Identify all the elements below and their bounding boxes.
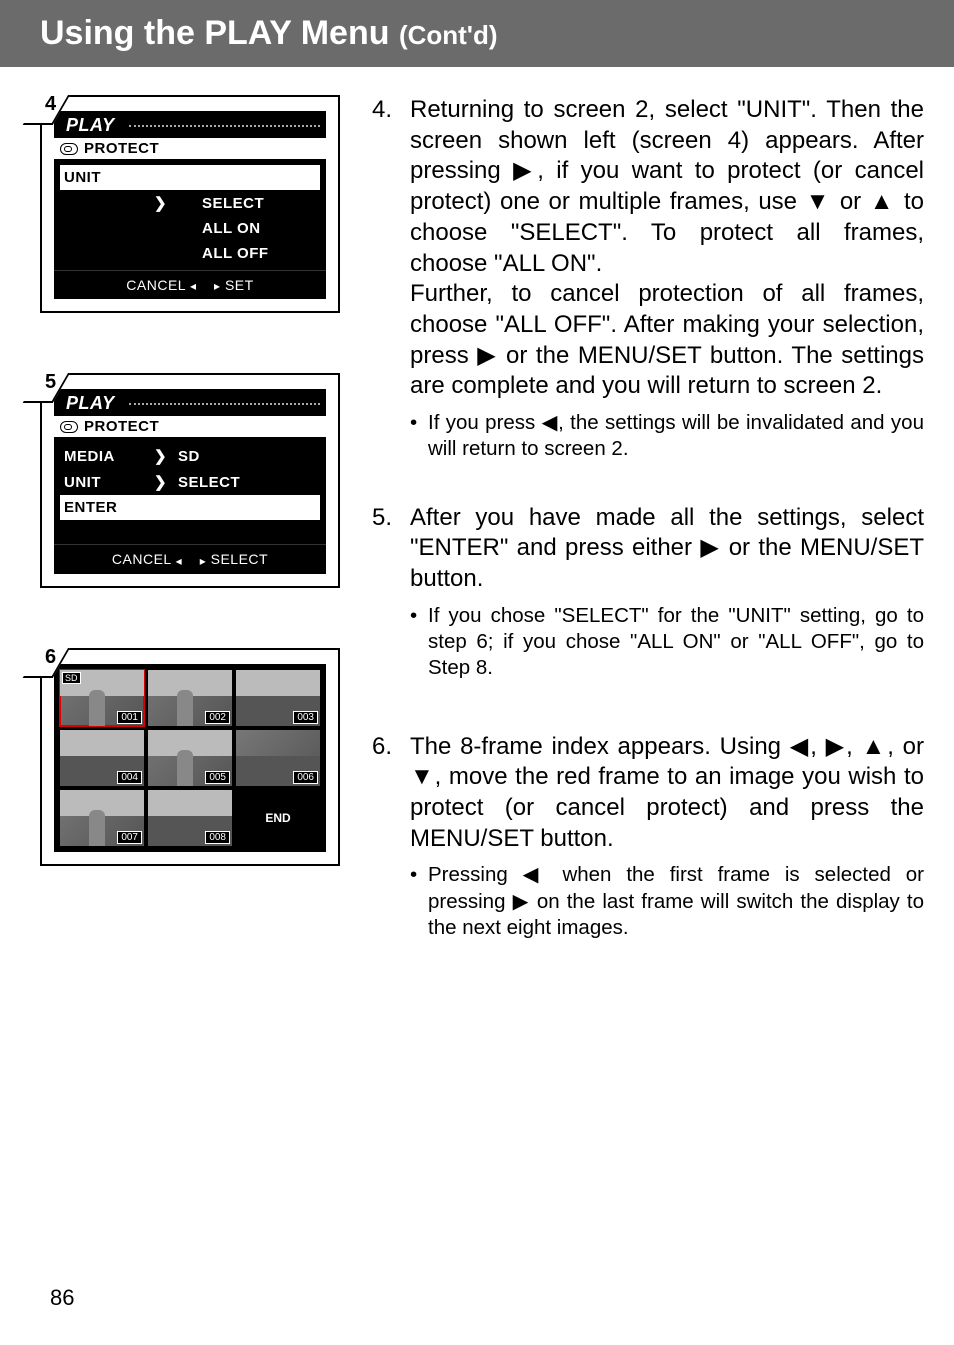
step-5-bullets: If you chose "SELECT" for the "UNIT" set… <box>410 603 924 682</box>
menu-label: UNIT <box>64 169 154 186</box>
menu-row-alloff: ALL OFF <box>60 241 320 266</box>
page-title-sub: (Cont'd) <box>399 20 498 50</box>
lcd-body: UNIT ❯ SELECT ALL ON <box>54 159 326 270</box>
screenshot-5: 5 PLAY PROTECT MEDIA ❯ <box>40 373 340 587</box>
lcd-header: PLAY <box>54 111 326 138</box>
step-body: Returning to screen 2, select "UNIT". Th… <box>410 95 924 463</box>
lcd-subtitle-row: PROTECT <box>54 416 326 437</box>
screenshot-5-badge: 5 <box>45 371 56 394</box>
menu-label: ENTER <box>64 499 154 516</box>
thumb-number: 007 <box>117 831 142 844</box>
step-body: The 8-frame index appears. Using ◀, ▶, ▲… <box>410 732 924 942</box>
step-6: 6. The 8-frame index appears. Using ◀, ▶… <box>372 732 924 942</box>
step-5-bullet1: If you chose "SELECT" for the "UNIT" set… <box>428 603 924 682</box>
menu-value: SELECT <box>174 195 316 212</box>
lcd-body: MEDIA ❯ SD UNIT ❯ SELECT ENTER <box>54 437 326 544</box>
step-5: 5. After you have made all the settings,… <box>372 503 924 682</box>
menu-row-enter: ENTER <box>60 495 320 520</box>
step-4-bullets: If you press ◀, the settings will be inv… <box>410 410 924 462</box>
thumb-number: 004 <box>117 771 142 784</box>
chevron-right-icon: ❯ <box>154 447 174 465</box>
screenshot-4: 4 PLAY PROTECT UNIT <box>40 95 340 313</box>
footer-cancel: CANCEL <box>112 551 171 567</box>
lcd-title: PLAY <box>60 393 121 414</box>
step-5-para1: After you have made all the settings, se… <box>410 503 924 595</box>
step-4-para2: Further, to cancel protection of all fra… <box>410 279 924 402</box>
thumbnail-008: 008 <box>148 790 232 846</box>
step-4: 4. Returning to screen 2, select "UNIT".… <box>372 95 924 463</box>
step-number: 5. <box>372 503 410 682</box>
lcd-header: PLAY <box>54 389 326 416</box>
lcd-screen-4: PLAY PROTECT UNIT <box>54 111 326 299</box>
menu-value: ALL OFF <box>174 245 316 262</box>
thumb-number: 001 <box>117 711 142 724</box>
lcd-title: PLAY <box>60 115 121 136</box>
thumb-number: 005 <box>205 771 230 784</box>
screenshot-4-badge: 4 <box>45 93 56 116</box>
triangle-right-icon: ▸ <box>214 279 221 293</box>
dots-decoration <box>129 403 320 405</box>
menu-label: MEDIA <box>64 448 154 465</box>
footer-select: SELECT <box>211 551 268 567</box>
lcd-subtitle: PROTECT <box>84 140 159 157</box>
menu-row-media: MEDIA ❯ SD <box>60 443 320 469</box>
end-label: END <box>265 811 290 825</box>
menu-value: ALL ON <box>174 220 316 237</box>
menu-value: SD <box>174 448 316 465</box>
step-number: 4. <box>372 95 410 463</box>
screenshot-6: 6 SD 001 002 003 004 005 006 007 008 END <box>40 648 340 866</box>
menu-label: UNIT <box>64 474 154 491</box>
thumbnail-grid: SD 001 002 003 004 005 006 007 008 END <box>54 664 326 852</box>
step-number: 6. <box>372 732 410 942</box>
triangle-right-icon: ▸ <box>200 554 207 568</box>
step-4-bullet1: If you press ◀, the settings will be inv… <box>428 410 924 462</box>
footer-cancel: CANCEL <box>126 277 185 293</box>
triangle-left-icon: ◂ <box>190 279 197 293</box>
protect-key-icon <box>60 421 78 433</box>
menu-row-unit: UNIT <box>60 165 320 190</box>
sd-badge: SD <box>62 672 81 684</box>
thumbnail-end: END <box>236 790 320 846</box>
menu-row-allon: ALL ON <box>60 216 320 241</box>
page-header: Using the PLAY Menu (Cont'd) <box>0 0 954 67</box>
thumbnail-005: 005 <box>148 730 232 786</box>
lcd-footer: CANCEL ◂ ▸ SET <box>54 270 326 299</box>
page: Using the PLAY Menu (Cont'd) 4 PLAY PROT… <box>0 0 954 1345</box>
lcd-subtitle-row: PROTECT <box>54 138 326 159</box>
page-title-main: Using the PLAY Menu <box>40 14 399 52</box>
lcd-footer: CANCEL ◂ ▸ SELECT <box>54 544 326 573</box>
protect-key-icon <box>60 143 78 155</box>
spacer <box>60 520 320 540</box>
step-4-para1: Returning to screen 2, select "UNIT". Th… <box>410 95 924 279</box>
thumbnail-003: 003 <box>236 670 320 726</box>
lcd-subtitle: PROTECT <box>84 418 159 435</box>
thumb-number: 006 <box>293 771 318 784</box>
right-column: 4. Returning to screen 2, select "UNIT".… <box>372 95 924 981</box>
step-body: After you have made all the settings, se… <box>410 503 924 682</box>
menu-row-select: ❯ SELECT <box>60 190 320 216</box>
chevron-right-icon: ❯ <box>154 473 174 491</box>
step-6-bullets: Pressing ◀ when the first frame is selec… <box>410 862 924 941</box>
step-6-bullet1: Pressing ◀ when the first frame is selec… <box>428 862 924 941</box>
thumbnail-007: 007 <box>60 790 144 846</box>
menu-value: SELECT <box>174 474 316 491</box>
thumbnail-006: 006 <box>236 730 320 786</box>
thumb-number: 003 <box>293 711 318 724</box>
chevron-right-icon: ❯ <box>154 194 174 212</box>
lcd-screen-5: PLAY PROTECT MEDIA ❯ SD <box>54 389 326 573</box>
triangle-left-icon: ◂ <box>176 554 183 568</box>
thumbnail-001: SD 001 <box>60 670 144 726</box>
content-area: 4 PLAY PROTECT UNIT <box>0 67 954 981</box>
thumbnail-002: 002 <box>148 670 232 726</box>
menu-row-unit: UNIT ❯ SELECT <box>60 469 320 495</box>
thumbnail-004: 004 <box>60 730 144 786</box>
footer-set: SET <box>225 277 254 293</box>
thumb-number: 002 <box>205 711 230 724</box>
dots-decoration <box>129 125 320 127</box>
screenshot-6-badge: 6 <box>45 646 56 669</box>
thumb-number: 008 <box>205 831 230 844</box>
left-column: 4 PLAY PROTECT UNIT <box>40 95 350 981</box>
page-number: 86 <box>50 1285 74 1311</box>
step-6-para1: The 8-frame index appears. Using ◀, ▶, ▲… <box>410 732 924 855</box>
